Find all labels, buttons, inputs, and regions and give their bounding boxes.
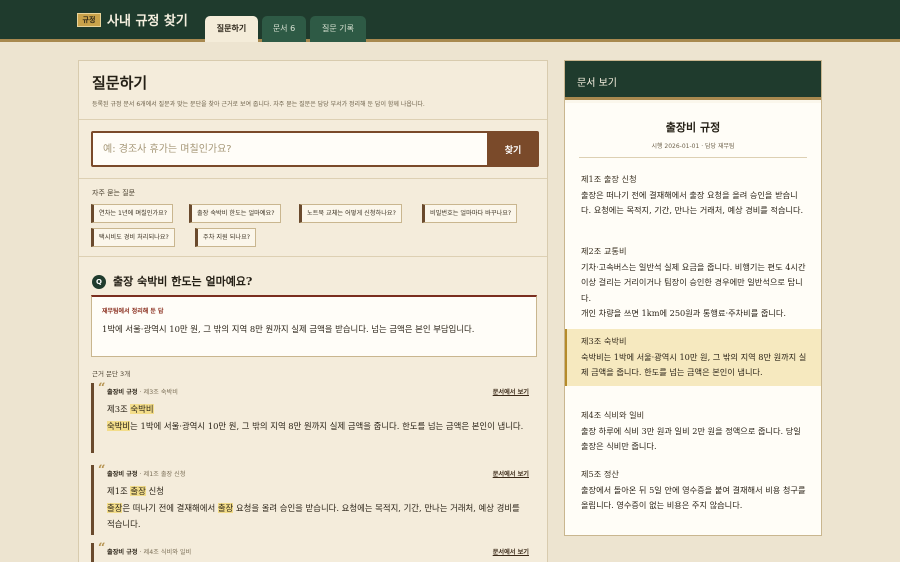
logo-badge: 규정 [77,13,101,27]
quote-icon: “ [98,541,106,556]
evidence-count-label: 근거 문단 3개 [92,370,131,378]
divider [579,157,807,158]
app-title: 사내 규정 찾기 [107,14,188,29]
article-body: 출장 하루에 식비 3만 원과 일비 2만 원을 정액으로 줍니다. 당일 출장… [581,425,801,452]
evidence-item: “ 출장비 규정 · 제3조 숙박비 문서에서 보기 제3조 숙박비 숙박비는 … [91,381,537,453]
article: 제5조 정산 출장에서 돌아온 뒤 5일 안에 영수증을 붙여 결재해서 비용 … [565,467,821,514]
tab-history[interactable]: 질문 기록 [310,16,366,42]
answer-text: 1박에 서울·광역시 10만 원, 그 밖의 지역 8만 원까지 실제 금액을 … [102,324,475,334]
evidence-body: 출장은 떠나기 전에 결재해에서 출장 요청을 올려 승인을 받습니다. 요청에… [107,503,520,529]
faq-chip[interactable]: 주차 지원 되나요? [195,228,257,247]
answer-box: 재무팀에서 정리해 둔 답 1박에 서울·광역시 10만 원, 그 밖의 지역 … [91,295,537,357]
faq-chip[interactable]: 택시비도 경비 처리되나요? [91,228,175,247]
divider [79,178,547,179]
article: 제4조 식비와 일비 출장 하루에 식비 3만 원과 일비 2만 원을 정액으로… [565,408,821,455]
faq-label: 자주 묻는 질문 [92,189,136,197]
answer-label: 재무팀에서 정리해 둔 답 [102,308,164,315]
article-title: 제4조 식비와 일비 [581,410,645,420]
article-highlighted: 제3조 숙박비 숙박비는 1박에 서울·광역시 10만 원, 그 밖의 지역 8… [565,329,821,386]
view-in-document-link[interactable]: 문서에서 보기 [493,547,529,556]
article-body: 개인 차량을 쓰면 1km에 250원과 통행료·주차비를 줍니다. [581,308,787,318]
article: 제1조 출장 신청 출장은 떠나기 전에 결재해에서 출장 요청을 올려 승인을… [565,172,821,219]
search-box: 찾기 [91,131,539,167]
document-title: 출장비 규정 [665,121,721,134]
viewer-title: 문서 보기 [577,78,617,89]
page-description: 등록된 규정 문서 6개에서 질문과 맞는 문단을 찾아 근거로 보여 줍니다.… [92,101,425,108]
evidence-source: 출장비 규정 · 제1조 출장 신청 [107,471,186,478]
evidence-item: “ 출장비 규정 · 제4조 식비와 일비 문서에서 보기 [91,541,537,562]
evidence-source: 출장비 규정 · 제3조 숙박비 [107,389,178,396]
evidence-item: “ 출장비 규정 · 제1조 출장 신청 문서에서 보기 제1조 출장 신청 출… [91,463,537,535]
faq-chip[interactable]: 연차는 1년에 며칠인가요? [91,204,174,223]
evidence-source: 출장비 규정 · 제4조 식비와 일비 [107,549,192,556]
ask-panel: 질문하기 등록된 규정 문서 6개에서 질문과 맞는 문단을 찾아 근거로 보여… [78,60,548,562]
document-meta: 시행 2026-01-01 · 담당 재무팀 [651,143,735,150]
article-title: 제2조 교통비 [581,246,627,256]
evidence-title: 제3조 숙박비 [107,404,154,414]
article-body: 기차·고속버스는 일반석 실제 요금을 줍니다. 비행기는 편도 4시간 이상 … [581,261,806,303]
view-in-document-link[interactable]: 문서에서 보기 [493,387,529,396]
faq-chip[interactable]: 비밀번호는 얼마마다 바꾸나요? [422,204,518,223]
evidence-body: 숙박비는 1박에 서울·광역시 10만 원, 그 밖의 지역 8만 원까지 실제… [107,421,524,431]
viewer-header: 문서 보기 [565,61,821,100]
top-bar: 규정 사내 규정 찾기 질문하기 문서 6 질문 기록 [0,0,900,42]
article-title: 제3조 숙박비 [581,336,627,346]
tab-documents[interactable]: 문서 6 [262,16,306,42]
article-body: 숙박비는 1박에 서울·광역시 10만 원, 그 밖의 지역 8만 원까지 실제… [581,351,807,378]
search-button[interactable]: 찾기 [487,131,539,167]
evidence-title: 제1조 출장 신청 [107,486,164,496]
faq-chip[interactable]: 출장 숙박비 한도는 얼마예요? [189,204,281,223]
search-input[interactable] [93,133,487,165]
document-body: 출장비 규정 시행 2026-01-01 · 담당 재무팀 제1조 출장 신청 … [565,103,821,535]
question-text: 출장 숙박비 한도는 얼마예요? [113,275,253,288]
divider [79,119,547,120]
faq-chip[interactable]: 노트북 교체는 어떻게 신청하나요? [299,204,402,223]
document-viewer: 문서 보기 출장비 규정 시행 2026-01-01 · 담당 재무팀 제1조 … [564,60,822,536]
page-title: 질문하기 [92,74,148,92]
article-body: 출장에서 돌아온 뒤 5일 안에 영수증을 붙여 결재해서 비용 청구를 올립니… [581,484,806,511]
view-in-document-link[interactable]: 문서에서 보기 [493,469,529,478]
article-body: 출장은 떠나기 전에 결재해에서 출장 요청을 올려 승인을 받습니다. 요청에… [581,189,804,216]
article-title: 제5조 정산 [581,469,619,479]
quote-icon: “ [98,381,106,396]
question-badge: Q [92,275,106,289]
article-title: 제1조 출장 신청 [581,174,637,184]
article: 제2조 교통비 기차·고속버스는 일반석 실제 요금을 줍니다. 비행기는 편도… [565,244,821,322]
quote-icon: “ [98,463,106,478]
tab-ask[interactable]: 질문하기 [205,16,258,42]
divider [79,256,547,257]
